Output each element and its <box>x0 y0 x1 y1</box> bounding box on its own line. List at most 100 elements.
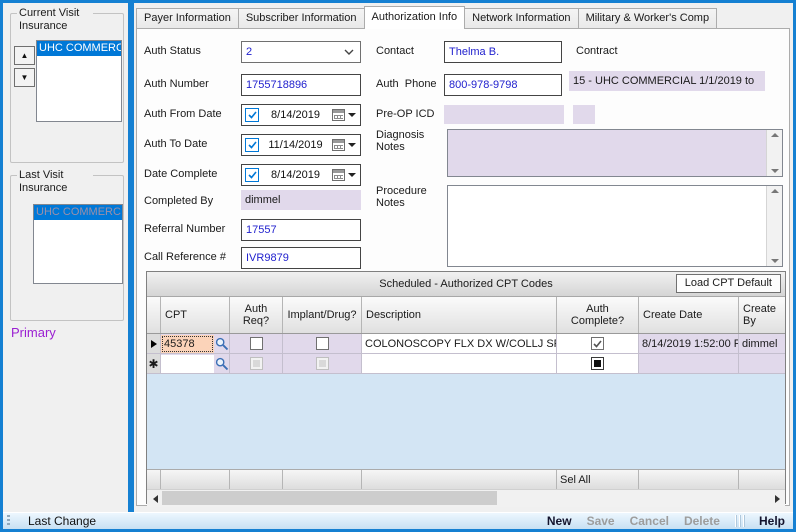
procedure-notes-scrollbar[interactable] <box>766 186 782 266</box>
chevron-down-icon[interactable] <box>344 49 354 56</box>
search-icon[interactable] <box>215 357 229 371</box>
checked-checkbox-icon[interactable] <box>245 138 259 152</box>
call-reference-input[interactable]: IVR9879 <box>241 247 361 269</box>
last-visit-insurance-group: Last Visit Insurance UHC COMMERCIAL <box>10 175 124 321</box>
checked-checkbox-icon[interactable] <box>245 108 259 122</box>
row-selector-new[interactable]: ✱ <box>147 354 161 374</box>
scroll-up-icon[interactable] <box>771 189 779 193</box>
header-cpt[interactable]: CPT <box>161 297 230 333</box>
tab-authorization-info[interactable]: Authorization Info <box>364 6 466 29</box>
procedure-notes-body[interactable] <box>448 186 766 266</box>
header-create-date[interactable]: Create Date <box>639 297 739 333</box>
header-auth-req[interactable]: Auth Req? <box>230 297 283 333</box>
scroll-down-icon[interactable] <box>771 169 779 173</box>
primary-label: Primary <box>11 325 56 340</box>
down-arrow-icon: ▼ <box>21 73 29 82</box>
checked-checkbox-icon[interactable] <box>591 337 604 350</box>
dropdown-arrow-icon[interactable] <box>348 113 356 117</box>
contact-label: Contact <box>376 45 414 57</box>
last-insurance-listbox[interactable]: UHC COMMERCIAL <box>33 204 123 284</box>
date-complete-value: 8/14/2019 <box>259 169 332 181</box>
header-create-by[interactable]: Create By <box>739 297 785 333</box>
auth-from-date-value: 8/14/2019 <box>259 109 332 121</box>
auth-to-date-picker[interactable]: 11/14/2019 <box>241 134 361 156</box>
insurance-move-down-button[interactable]: ▼ <box>14 68 35 87</box>
auth-number-label: Auth Number <box>144 78 209 90</box>
auth-number-value: 1755718896 <box>246 79 307 91</box>
tab-subscriber-information[interactable]: Subscriber Information <box>238 8 365 28</box>
current-insurance-item[interactable]: UHC COMMERCIAL <box>37 41 121 56</box>
pre-op-icd-label: Pre-OP ICD <box>376 108 434 120</box>
row-selector-current[interactable] <box>147 334 161 354</box>
tab-network-information[interactable]: Network Information <box>464 8 578 28</box>
tab-military-workers-comp[interactable]: Military & Worker's Comp <box>578 8 718 28</box>
footer-cpt <box>161 470 230 489</box>
insurance-move-up-button[interactable]: ▲ <box>14 46 35 65</box>
description-cell[interactable]: COLONOSCOPY FLX DX W/COLLJ SP <box>362 334 557 354</box>
auth-number-input[interactable]: 1755718896 <box>241 74 361 96</box>
auth-status-value: 2 <box>246 46 252 58</box>
calendar-icon <box>332 169 345 181</box>
auth-complete-cell[interactable] <box>557 334 639 354</box>
cpt-grid-footer: Sel All <box>147 469 785 489</box>
footer-implant-drug <box>283 470 362 489</box>
cpt-grid: Scheduled - Authorized CPT Codes Load CP… <box>146 271 786 504</box>
grid-horizontal-scrollbar[interactable] <box>147 489 785 507</box>
completed-by-value: dimmel <box>245 194 280 206</box>
current-insurance-listbox[interactable]: UHC COMMERCIAL <box>36 40 122 122</box>
auth-status-combo[interactable]: 2 <box>241 41 361 63</box>
create-by-cell[interactable]: dimmel <box>739 334 785 354</box>
auth-complete-cell[interactable] <box>557 354 639 374</box>
search-icon[interactable] <box>215 337 229 351</box>
diagnosis-notes-scrollbar[interactable] <box>766 130 782 176</box>
scroll-right-icon[interactable] <box>769 495 785 503</box>
table-row[interactable]: 45378 COLONOSCOPY FLX DX W/COLLJ SP <box>147 334 785 354</box>
help-button[interactable]: Help <box>759 514 785 528</box>
implant-drug-cell[interactable] <box>283 334 362 354</box>
cpt-code-input[interactable] <box>161 355 214 373</box>
authorization-window: Current Visit Insurance ▲ ▼ UHC COMMERCI… <box>0 0 796 532</box>
scroll-up-icon[interactable] <box>771 133 779 137</box>
scroll-down-icon[interactable] <box>771 259 779 263</box>
dropdown-arrow-icon[interactable] <box>348 143 356 147</box>
referral-number-input[interactable]: 17557 <box>241 219 361 241</box>
date-complete-picker[interactable]: 8/14/2019 <box>241 164 361 186</box>
checked-checkbox-icon[interactable] <box>245 168 259 182</box>
auth-req-cell[interactable] <box>230 334 283 354</box>
dropdown-arrow-icon[interactable] <box>348 173 356 177</box>
header-auth-complete[interactable]: Auth Complete? <box>557 297 639 333</box>
header-description[interactable]: Description <box>362 297 557 333</box>
scroll-left-icon[interactable] <box>147 495 163 503</box>
contact-input[interactable]: Thelma B. <box>444 41 562 63</box>
implant-drug-cell[interactable] <box>283 354 362 374</box>
unchecked-checkbox-icon[interactable] <box>250 337 263 350</box>
load-cpt-default-button[interactable]: Load CPT Default <box>676 274 781 293</box>
diagnosis-notes-textarea[interactable] <box>447 129 783 177</box>
tab-payer-information[interactable]: Payer Information <box>136 8 239 28</box>
cpt-cell[interactable]: 45378 <box>161 334 230 354</box>
auth-req-cell[interactable] <box>230 354 283 374</box>
calendar-icon <box>332 109 345 121</box>
diagnosis-notes-body[interactable] <box>448 130 766 176</box>
auth-status-label: Auth Status <box>144 45 201 57</box>
tab-strip: Payer Information Subscriber Information… <box>136 5 716 28</box>
last-insurance-item[interactable]: UHC COMMERCIAL <box>34 205 122 220</box>
contract-value: 15 - UHC COMMERCIAL 1/1/2019 to <box>573 75 754 87</box>
completed-by-label: Completed By <box>144 195 213 207</box>
header-implant-drug[interactable]: Implant/Drug? <box>283 297 362 333</box>
create-date-cell[interactable]: 8/14/2019 1:52:00 PM <box>639 334 739 354</box>
indeterminate-checkbox-icon[interactable] <box>591 357 604 370</box>
description-cell[interactable] <box>362 354 557 374</box>
unchecked-checkbox-icon[interactable] <box>316 337 329 350</box>
sel-all-button[interactable]: Sel All <box>557 470 639 489</box>
procedure-notes-textarea[interactable] <box>447 185 783 267</box>
scrollbar-thumb[interactable] <box>162 491 497 505</box>
statusbar-grip-icon <box>7 515 10 527</box>
auth-phone-input[interactable]: 800-978-9798 <box>444 74 562 96</box>
cpt-code-value[interactable]: 45378 <box>161 335 214 353</box>
main-panel: Payer Information Subscriber Information… <box>134 3 793 512</box>
auth-from-date-picker[interactable]: 8/14/2019 <box>241 104 361 126</box>
table-row-new[interactable]: ✱ <box>147 354 785 374</box>
new-button[interactable]: New <box>547 514 572 528</box>
cpt-cell[interactable] <box>161 354 230 374</box>
